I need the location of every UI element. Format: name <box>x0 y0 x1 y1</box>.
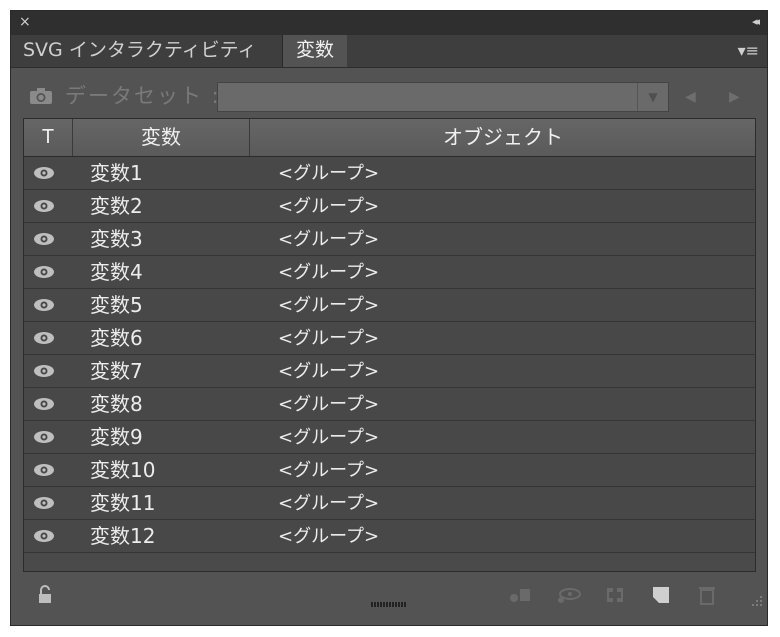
tab-bar: SVG インタラクティビティ 変数 ▾≡ <box>11 35 767 68</box>
variable-name: 変数10 <box>90 458 156 482</box>
eye-icon[interactable] <box>32 165 56 181</box>
table-row[interactable]: 変数2 <グループ> <box>24 190 755 223</box>
table-row[interactable]: 変数3 <グループ> <box>24 223 755 256</box>
eye-icon[interactable] <box>32 528 56 544</box>
lock-icon[interactable] <box>37 585 53 605</box>
bound-object: <グループ> <box>278 493 380 514</box>
eye-icon[interactable] <box>32 363 56 379</box>
panel-titlebar: × ◂◂ <box>11 11 767 35</box>
bound-object: <グループ> <box>278 361 380 382</box>
variable-name: 変数5 <box>90 293 143 317</box>
dataset-select[interactable]: ▼ <box>217 82 669 112</box>
variable-name: 変数11 <box>90 491 156 515</box>
chevron-down-icon[interactable]: ▼ <box>637 83 668 111</box>
bound-object: <グループ> <box>278 295 380 316</box>
panel-footer <box>11 575 767 611</box>
bound-object: <グループ> <box>278 196 380 217</box>
table-row[interactable]: 変数1 <グループ> <box>24 157 755 190</box>
resize-grip[interactable] <box>371 602 407 607</box>
variable-name: 変数7 <box>90 359 143 383</box>
close-icon[interactable]: × <box>19 14 31 30</box>
eye-icon[interactable] <box>32 264 56 280</box>
tab-svg-interactivity[interactable]: SVG インタラクティビティ <box>11 35 283 67</box>
table-row[interactable]: 変数4 <グループ> <box>24 256 755 289</box>
bound-object: <グループ> <box>278 229 380 250</box>
variable-name: 変数6 <box>90 326 143 350</box>
dataset-bar: データセット : ▼ ◀ ▶ <box>11 79 767 115</box>
capture-dataset-icon[interactable] <box>29 87 53 105</box>
eye-icon[interactable] <box>32 297 56 313</box>
table-row[interactable]: 変数6 <グループ> <box>24 322 755 355</box>
column-header-type[interactable]: T <box>24 119 73 156</box>
make-visibility-dynamic-icon[interactable] <box>554 585 582 605</box>
resize-corner-icon[interactable] <box>749 593 763 607</box>
make-object-dynamic-icon[interactable] <box>506 585 534 605</box>
bound-object: <グループ> <box>278 460 380 481</box>
unbind-icon[interactable] <box>601 585 629 605</box>
variables-panel: × ◂◂ SVG インタラクティビティ 変数 ▾≡ データセット : ▼ ◀ ▶… <box>10 10 768 626</box>
column-header-object[interactable]: オブジェクト <box>250 119 756 156</box>
table-row[interactable]: 変数11 <グループ> <box>24 487 755 520</box>
table-row[interactable]: 変数9 <グループ> <box>24 421 755 454</box>
variable-name: 変数1 <box>90 161 143 185</box>
delete-icon[interactable] <box>693 585 721 605</box>
variables-table: T 変数 オブジェクト 変数1 <グループ> 変数2 <グループ> 変数3 <グループ> 変… <box>23 118 756 572</box>
table-row[interactable]: 変数7 <グループ> <box>24 355 755 388</box>
table-row[interactable]: 変数12 <グループ> <box>24 520 755 553</box>
bound-object: <グループ> <box>278 526 380 547</box>
variable-name: 変数2 <box>90 194 143 218</box>
previous-dataset-icon[interactable]: ◀ <box>685 89 696 105</box>
table-header: T 変数 オブジェクト <box>24 119 755 157</box>
bound-object: <グループ> <box>278 163 380 184</box>
eye-icon[interactable] <box>32 396 56 412</box>
bound-object: <グループ> <box>278 394 380 415</box>
eye-icon[interactable] <box>32 462 56 478</box>
eye-icon[interactable] <box>32 231 56 247</box>
eye-icon[interactable] <box>32 429 56 445</box>
eye-icon[interactable] <box>32 198 56 214</box>
next-dataset-icon[interactable]: ▶ <box>729 89 740 105</box>
eye-icon[interactable] <box>32 330 56 346</box>
bound-object: <グループ> <box>278 328 380 349</box>
column-header-variable[interactable]: 変数 <box>73 119 250 156</box>
table-row[interactable]: 変数5 <グループ> <box>24 289 755 322</box>
table-row[interactable]: 変数8 <グループ> <box>24 388 755 421</box>
variable-name: 変数12 <box>90 524 156 548</box>
variable-name: 変数3 <box>90 227 143 251</box>
table-row[interactable]: 変数10 <グループ> <box>24 454 755 487</box>
panel-menu-icon[interactable]: ▾≡ <box>738 41 759 60</box>
variable-name: 変数9 <box>90 425 143 449</box>
variable-name: 変数8 <box>90 392 143 416</box>
new-variable-icon[interactable] <box>647 585 675 605</box>
table-body: 変数1 <グループ> 変数2 <グループ> 変数3 <グループ> 変数4 <グループ> 変数5 <… <box>24 157 755 553</box>
eye-icon[interactable] <box>32 495 56 511</box>
tab-variables[interactable]: 変数 <box>283 35 347 67</box>
collapse-icon[interactable]: ◂◂ <box>752 15 760 28</box>
dataset-label: データセット : <box>65 84 221 108</box>
bound-object: <グループ> <box>278 262 380 283</box>
variable-name: 変数4 <box>90 260 143 284</box>
bound-object: <グループ> <box>278 427 380 448</box>
